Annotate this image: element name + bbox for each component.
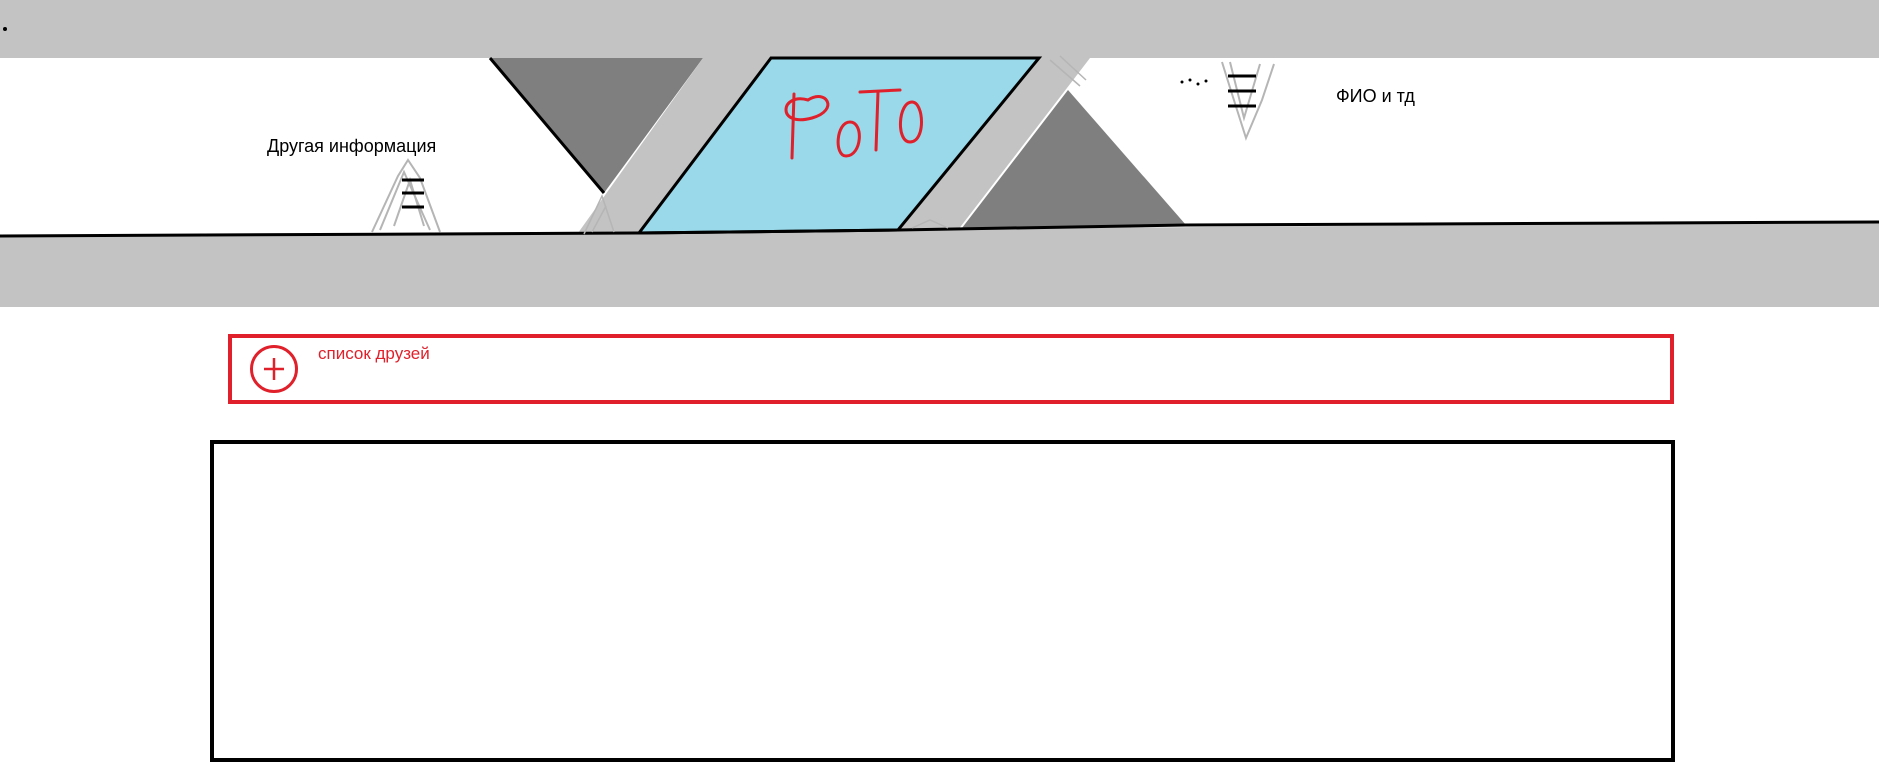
- right-doodle: [1221, 61, 1275, 141]
- friends-list-bar[interactable]: [228, 334, 1674, 404]
- plus-circle-icon: [264, 358, 284, 380]
- hamburger-icon-right: [1228, 74, 1256, 108]
- main-content-area: [210, 440, 1675, 762]
- fio-label: ФИО и тд: [1336, 86, 1415, 106]
- dots-mark: [1180, 78, 1208, 86]
- other-info-label: Другая информация: [267, 136, 437, 156]
- top-band: [0, 0, 1879, 58]
- top-left-dot: [3, 27, 7, 31]
- add-friend-button[interactable]: [250, 345, 298, 393]
- left-doodle: [371, 158, 441, 233]
- friends-list-label: список друзей: [318, 344, 430, 363]
- hamburger-icon-left: [402, 178, 424, 209]
